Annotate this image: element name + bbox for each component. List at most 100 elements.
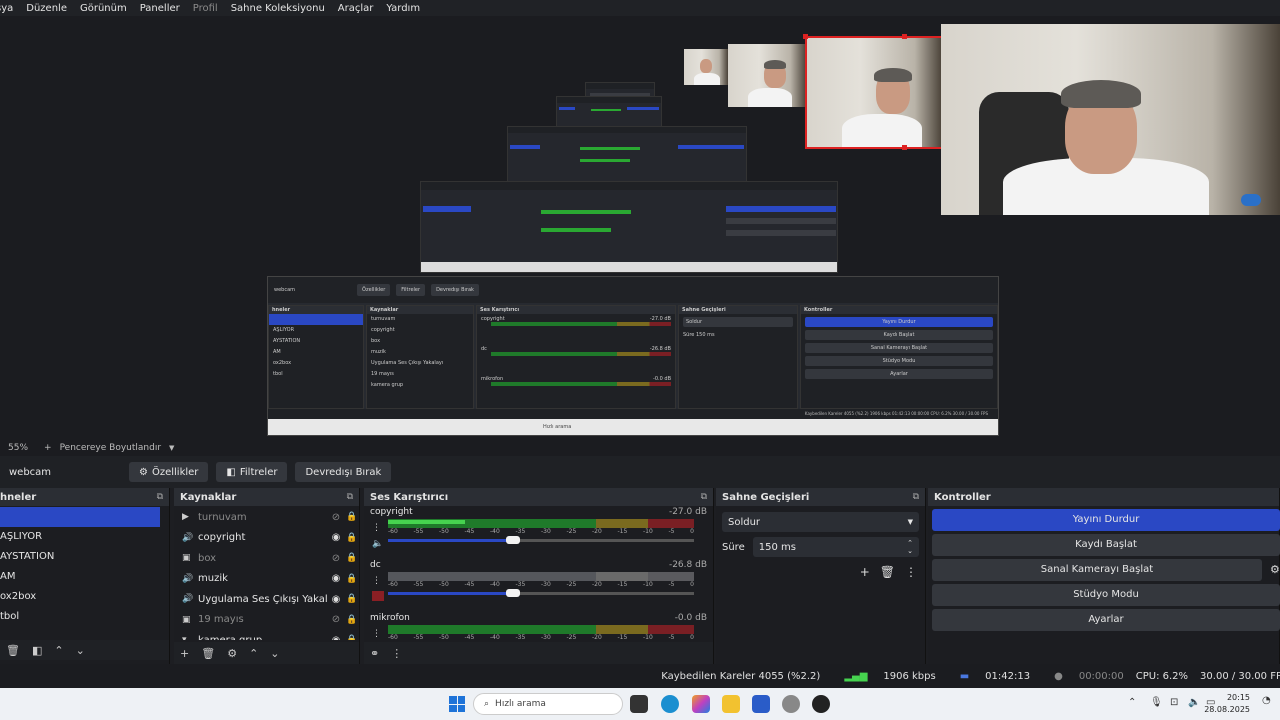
control-button[interactable]: Sanal Kamerayı Başlat xyxy=(932,559,1262,581)
scene-item[interactable] xyxy=(0,507,160,527)
selection-handle-top[interactable] xyxy=(902,34,907,39)
control-button[interactable]: Stüdyo Modu xyxy=(932,584,1280,606)
source-item[interactable]: 🔊 copyright ◉ 🔒 xyxy=(174,528,359,549)
undock-icon[interactable]: ⧉ xyxy=(347,492,353,502)
eye-off-icon[interactable]: ⊘ xyxy=(327,553,345,564)
control-button[interactable]: Ayarlar xyxy=(932,609,1280,631)
link-icon[interactable]: ⚭ xyxy=(370,647,379,660)
menu-item[interactable]: Görünüm xyxy=(80,3,127,14)
selection-handle-bottom[interactable] xyxy=(902,145,907,150)
settings-app-icon[interactable] xyxy=(782,695,800,713)
transition-select[interactable]: Soldur ▼ xyxy=(722,512,919,532)
eye-icon[interactable]: ◉ xyxy=(327,573,345,584)
menu-item[interactable]: sya xyxy=(0,3,13,14)
gear-icon[interactable]: ⚙ xyxy=(227,647,237,660)
volume-icon[interactable]: 🔈 xyxy=(1188,697,1200,708)
webcam-source[interactable] xyxy=(941,24,1280,215)
properties-button[interactable]: ⚙ Özellikler xyxy=(129,462,209,482)
lock-icon[interactable]: 🔒 xyxy=(345,512,359,522)
scene-item[interactable]: AŞLIYOR xyxy=(0,527,160,547)
lock-icon[interactable]: 🔒 xyxy=(345,615,359,625)
clock[interactable]: 20:15 28.08.2025 xyxy=(1204,692,1250,716)
obs-app-icon[interactable] xyxy=(812,695,830,713)
menu-item[interactable]: Profil xyxy=(193,3,218,14)
eye-off-icon[interactable]: ⊘ xyxy=(327,512,345,523)
store-icon[interactable] xyxy=(752,695,770,713)
add-icon[interactable]: + xyxy=(860,565,870,579)
preview-canvas[interactable]: webcam Özellikler Filtreler Devredışı Bı… xyxy=(0,16,1280,440)
down-arrow-icon[interactable]: ⌄ xyxy=(270,647,279,660)
windows-start-icon[interactable] xyxy=(449,696,465,712)
up-arrow-icon[interactable]: ⌃ xyxy=(54,644,63,657)
zoom-add-button[interactable]: + xyxy=(44,443,52,453)
down-arrow-icon[interactable]: ⌄ xyxy=(76,644,85,657)
eye-icon[interactable]: ◉ xyxy=(327,594,345,605)
lock-icon[interactable]: 🔒 xyxy=(345,533,359,543)
zoom-level[interactable]: 55% xyxy=(8,443,28,453)
task-view-icon[interactable] xyxy=(630,695,648,713)
source-item[interactable]: ▣ 19 mayıs ⊘ 🔒 xyxy=(174,610,359,631)
scene-item[interactable]: tbol xyxy=(0,607,160,627)
volume-fader[interactable] xyxy=(388,589,694,597)
trash-icon[interactable]: 🗑 xyxy=(6,644,20,657)
menu-item[interactable]: Sahne Koleksiyonu xyxy=(231,3,325,14)
selection-handle-left[interactable] xyxy=(803,34,808,39)
scene-item[interactable]: ox2box xyxy=(0,587,160,607)
trash-icon[interactable]: 🗑 xyxy=(880,565,895,579)
speaker-icon[interactable]: 🔈 xyxy=(372,536,383,552)
taskbar-search[interactable]: ⌕ Hızlı arama xyxy=(473,693,623,715)
chevron-up-icon[interactable]: ⌃ xyxy=(1128,697,1136,708)
menu-dots-icon[interactable]: ⋮ xyxy=(391,647,402,660)
eye-off-icon[interactable]: ⊘ xyxy=(327,614,345,625)
selection-frame[interactable] xyxy=(805,36,943,149)
menu-item[interactable]: Yardım xyxy=(386,3,420,14)
menu-dots-icon[interactable]: ⋮ xyxy=(372,626,383,640)
eye-icon[interactable]: ◉ xyxy=(327,532,345,543)
chevron-down-icon[interactable]: ▼ xyxy=(169,444,174,452)
undock-icon[interactable]: ⧉ xyxy=(701,492,707,502)
scene-item[interactable]: AYSTATION xyxy=(0,547,160,567)
trash-icon[interactable]: 🗑 xyxy=(201,647,215,660)
undock-icon[interactable]: ⧉ xyxy=(913,492,919,502)
notifications-icon[interactable]: ◔ xyxy=(1262,695,1271,706)
menu-dots-icon[interactable]: ⋮ xyxy=(372,520,383,536)
source-item[interactable]: ▶ turnuvam ⊘ 🔒 xyxy=(174,507,359,528)
fader-knob[interactable] xyxy=(506,536,521,544)
fader-knob[interactable] xyxy=(506,589,521,597)
fit-mode[interactable]: Pencereye Boyutlandır xyxy=(60,443,161,453)
menu-dots-icon[interactable]: ⋮ xyxy=(905,565,917,579)
menu-item[interactable]: Paneller xyxy=(140,3,180,14)
deactivate-button[interactable]: Devredışı Bırak xyxy=(295,462,392,482)
source-item[interactable]: ▾kamera grup◉🔒 xyxy=(174,630,359,640)
menu-item[interactable]: Düzenle xyxy=(26,3,67,14)
lock-icon[interactable]: 🔒 xyxy=(345,574,359,584)
up-arrow-icon[interactable]: ⌃ xyxy=(249,647,258,660)
menu-item[interactable]: Araçlar xyxy=(338,3,374,14)
menu-dots-icon[interactable]: ⋮ xyxy=(372,573,381,589)
lock-icon[interactable]: 🔒 xyxy=(345,553,359,563)
microphone-icon[interactable]: 🎙 xyxy=(1150,697,1163,708)
copilot-icon[interactable] xyxy=(692,695,710,713)
control-button[interactable]: Yayını Durdur xyxy=(932,509,1280,531)
duration-spinbox[interactable]: 150 ms ⌃ ⌄ xyxy=(752,537,919,557)
add-icon[interactable]: + xyxy=(180,647,189,660)
undock-icon[interactable]: ⧉ xyxy=(157,492,163,502)
volume-meter xyxy=(388,572,694,581)
file-explorer-icon[interactable] xyxy=(722,695,740,713)
spin-arrows-icon[interactable]: ⌃ ⌄ xyxy=(907,539,913,555)
scene-filter-icon[interactable]: ◧ xyxy=(32,644,42,657)
network-icon[interactable]: ⊡ xyxy=(1170,697,1178,708)
lock-icon[interactable]: 🔒 xyxy=(345,594,359,604)
lock-icon[interactable]: 🔒 xyxy=(345,635,359,640)
filters-button[interactable]: ◧ Filtreler xyxy=(216,462,288,482)
muted-speaker-icon[interactable] xyxy=(372,591,384,601)
scene-item[interactable]: AM xyxy=(0,567,160,587)
eye-icon[interactable]: ◉ xyxy=(327,635,345,640)
edge-icon[interactable] xyxy=(661,695,679,713)
source-item[interactable]: ▣ box ⊘ 🔒 xyxy=(174,548,359,569)
source-item[interactable]: 🔊 Uygulama Ses Çıkışı Yakalayıc◉🔒 xyxy=(174,589,359,610)
source-item[interactable]: 🔊 muzik ◉ 🔒 xyxy=(174,569,359,590)
volume-fader[interactable] xyxy=(388,536,694,544)
gear-icon[interactable]: ⚙ xyxy=(1270,563,1280,576)
control-button[interactable]: Kaydı Başlat xyxy=(932,534,1280,556)
